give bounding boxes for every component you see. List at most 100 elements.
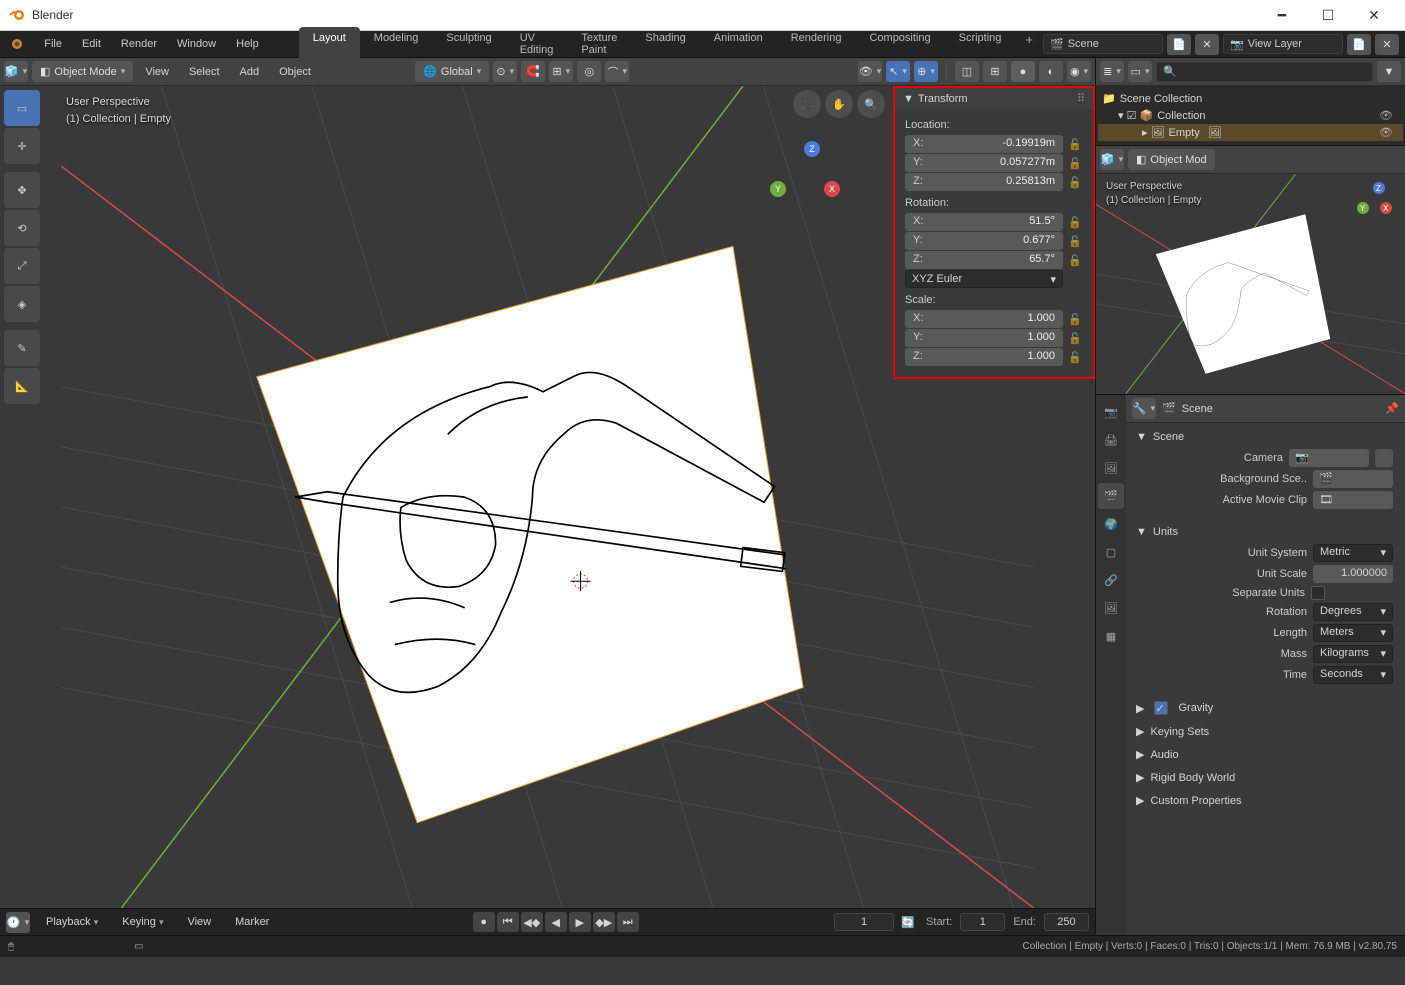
psec-audio[interactable]: ▶ Audio [1134,744,1397,765]
vp-menu-select[interactable]: Select [181,63,228,81]
umass-select[interactable]: Kilograms▾ [1313,645,1393,663]
orientation-selector[interactable]: 🌐 Global ▾ [415,61,489,82]
utime-select[interactable]: Seconds▾ [1313,666,1393,684]
camera-field[interactable]: 📷 [1289,449,1369,467]
viewlayer-new-icon[interactable]: 📄 [1347,34,1371,55]
loc-y-input[interactable]: Y:0.057277m [905,154,1063,172]
lock-icon[interactable]: 🔓 [1067,176,1083,189]
tl-playback[interactable]: Playback ▾ [38,913,106,931]
tab-scripting[interactable]: Scripting [945,27,1016,61]
tool-cursor[interactable]: ✛ [4,128,40,164]
mini-gizmo[interactable]: XYZ [1351,178,1401,228]
ptab-texture[interactable]: ▦ [1098,623,1124,649]
visibility-icon[interactable]: 👁▾ [858,61,882,82]
snap-type-icon[interactable]: ⊞▾ [549,61,573,82]
loc-x-input[interactable]: X:-0.19919m [905,135,1063,153]
ptab-scene[interactable]: 🎬 [1098,483,1124,509]
separate-check[interactable] [1311,586,1325,600]
bgscene-field[interactable]: 🎬 [1313,470,1393,488]
editor-type-icon[interactable]: 🧊▾ [1100,149,1124,170]
keyframe-prev-button[interactable]: ◀◆ [521,912,543,932]
overlay-icon[interactable]: ⊕▾ [914,61,938,82]
tl-keying[interactable]: Keying ▾ [114,913,171,931]
frame-current-input[interactable]: 1 [834,913,894,931]
mode-selector[interactable]: ◧ Object Mode ▾ [32,61,133,82]
vp-menu-add[interactable]: Add [232,63,268,81]
vp-zoom-icon[interactable]: 🔍 [857,90,885,118]
tool-scale[interactable]: ⤢ [4,248,40,284]
jump-end-button[interactable]: ⏭ [617,912,639,932]
pivot-icon[interactable]: ⊙▾ [493,61,517,82]
tool-measure[interactable]: 📐 [4,368,40,404]
sync-icon[interactable]: 🔄 [898,916,918,929]
ptab-viewlayer[interactable]: 🖼 [1098,455,1124,481]
lock-icon[interactable]: 🔓 [1067,235,1083,248]
outliner-item-empty[interactable]: ▸ 🖼 Empty 🖼👁 [1098,124,1403,141]
urot-select[interactable]: Degrees▾ [1313,603,1393,621]
tool-rotate[interactable]: ⟲ [4,210,40,246]
gizmo-y[interactable]: Y [770,181,786,197]
shading-rendered-icon[interactable]: ◉▾ [1067,61,1091,82]
shading-solid-icon[interactable]: ● [1011,61,1035,82]
proportional-falloff-icon[interactable]: ⌒▾ [605,61,629,82]
xray-icon[interactable]: ◫ [955,61,979,82]
rot-z-input[interactable]: Z:65.7° [905,251,1063,269]
psec-keying[interactable]: ▶ Keying Sets [1134,721,1397,742]
menu-help[interactable]: Help [226,34,269,54]
tab-layout[interactable]: Layout [299,27,360,61]
outliner-filter-icon[interactable]: ▼ [1377,61,1401,82]
ptab-output[interactable]: 🖨 [1098,427,1124,453]
viewlayer-selector[interactable]: 📷 View Layer [1223,34,1343,54]
editor-timeline-icon[interactable]: 🕐▾ [6,912,30,933]
tab-rendering[interactable]: Rendering [777,27,856,61]
gravity-check[interactable]: ✓ [1154,701,1168,715]
scale-y-input[interactable]: Y:1.000 [905,329,1063,347]
psec-units[interactable]: ▼ Units [1134,522,1397,542]
eye-icon[interactable]: 👁 [1379,109,1399,122]
lock-icon[interactable]: 🔓 [1067,313,1083,326]
rot-x-input[interactable]: X:51.5° [905,213,1063,231]
editor-type-icon[interactable]: 🧊▾ [4,61,28,82]
blender-icon[interactable] [6,34,24,54]
ptab-constraints[interactable]: 🔗 [1098,567,1124,593]
ptab-render[interactable]: 📷 [1098,399,1124,425]
gizmo-x[interactable]: X [824,181,840,197]
psec-rigidbody[interactable]: ▶ Rigid Body World [1134,767,1397,788]
tool-select-box[interactable]: ▭ [4,90,40,126]
autokey-button[interactable]: ● [473,912,495,932]
vp-pan-icon[interactable]: ✋ [825,90,853,118]
pin-icon[interactable]: 📌 [1385,402,1399,415]
scene-selector[interactable]: 🎬 Scene [1043,34,1163,54]
npanel-header[interactable]: ▼ Transform⠿ [895,88,1093,109]
menu-edit[interactable]: Edit [72,34,111,54]
gizmo-z[interactable]: Z [804,141,820,157]
play-reverse-button[interactable]: ◀ [545,912,567,932]
mini-viewport[interactable]: User Perspective (1) Collection | Empty … [1096,174,1405,394]
lock-icon[interactable]: 🔓 [1067,216,1083,229]
psec-custom[interactable]: ▶ Custom Properties [1134,790,1397,811]
eyedrop-icon[interactable] [1375,449,1393,467]
tab-add[interactable]: + [1015,27,1043,61]
snap-icon[interactable]: 🧲 [521,61,545,82]
viewport-3d[interactable]: User Perspective (1) Collection | Empty … [0,86,1095,908]
ptab-world[interactable]: 🌍 [1098,511,1124,537]
lock-icon[interactable]: 🔓 [1067,254,1083,267]
scene-new-icon[interactable]: 📄 [1167,34,1191,55]
vp-camera-icon[interactable]: 🎥 [793,90,821,118]
tab-shading[interactable]: Shading [631,27,699,61]
tl-view[interactable]: View [179,913,219,931]
lock-icon[interactable]: 🔓 [1067,157,1083,170]
close-button[interactable]: ✕ [1351,0,1397,30]
tab-animation[interactable]: Animation [700,27,777,61]
scale-x-input[interactable]: X:1.000 [905,310,1063,328]
scale-z-input[interactable]: Z:1.000 [905,348,1063,366]
lock-icon[interactable]: 🔓 [1067,332,1083,345]
proportional-icon[interactable]: ◎ [577,61,601,82]
ulen-select[interactable]: Meters▾ [1313,624,1393,642]
unitscale-input[interactable]: 1.000000 [1313,565,1393,583]
scene-delete-icon[interactable]: ✕ [1195,34,1219,55]
shading-wireframe-icon[interactable]: ⊞ [983,61,1007,82]
viewlayer-delete-icon[interactable]: ✕ [1375,34,1399,55]
outliner-collection[interactable]: ▾ ☑ 📦 Collection👁 [1098,107,1403,124]
tab-uv-editing[interactable]: UV Editing [506,27,568,61]
